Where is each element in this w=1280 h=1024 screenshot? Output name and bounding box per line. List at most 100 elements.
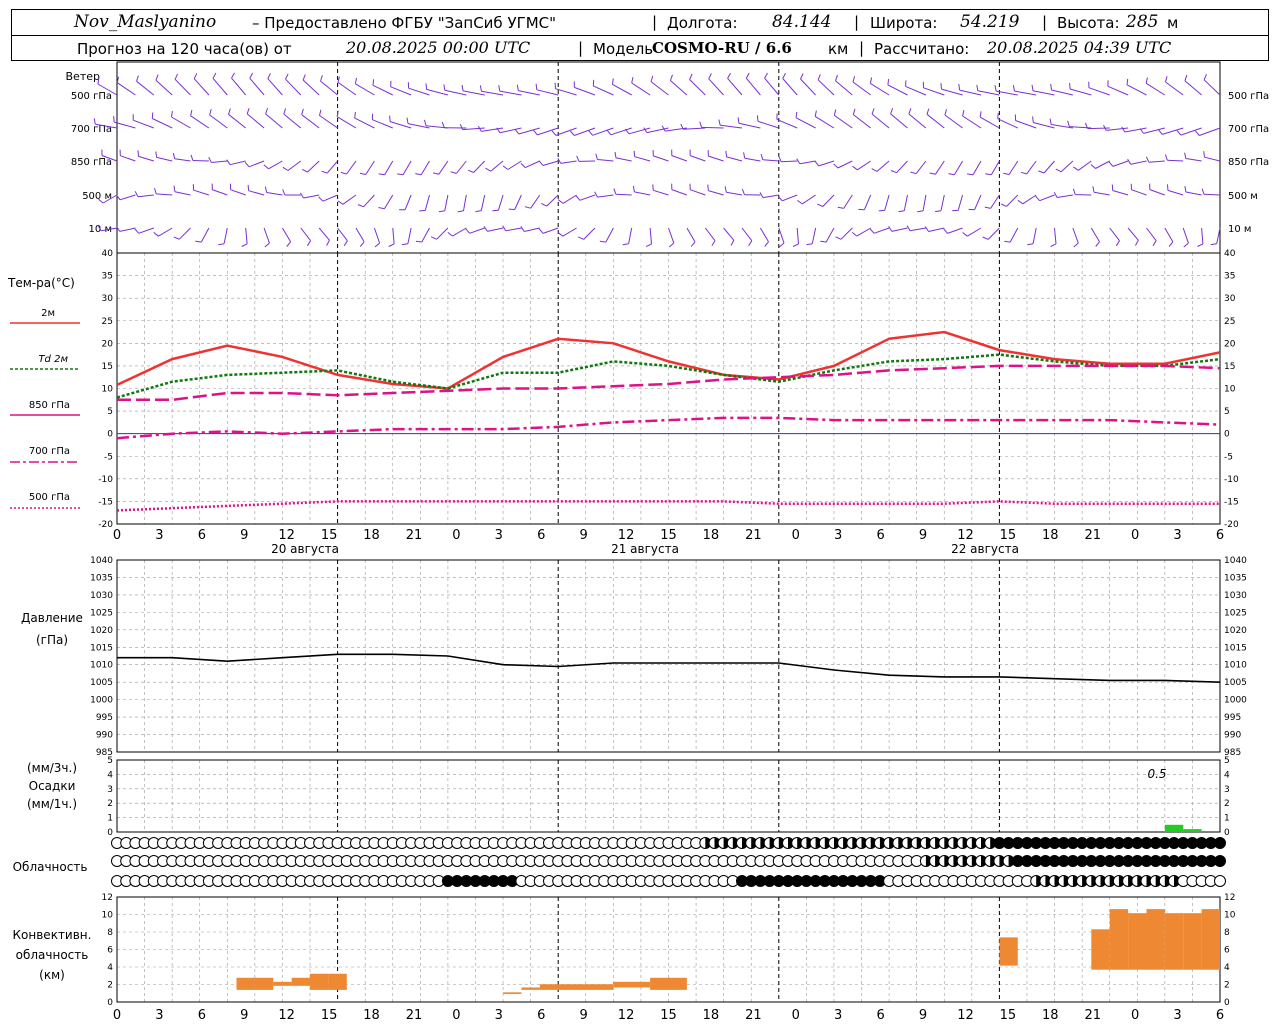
wind-barb-shaft [1182, 227, 1189, 244]
wind-barb-flag [538, 160, 544, 166]
hour-tick-label: 0 [1131, 528, 1139, 543]
precip-ytick-label: 1 [107, 814, 113, 824]
wind-barb-shaft [928, 227, 945, 232]
wind-barb-flag [378, 173, 385, 176]
wind-barb-flag [483, 226, 488, 232]
wind-barb-shaft [1006, 194, 1019, 207]
hour-tick-label: 21 [745, 528, 762, 543]
wind-barb-shaft [689, 79, 706, 96]
wind-barb-shaft [947, 227, 963, 234]
wind-barb-shaft [444, 89, 467, 96]
wind-barb-shaft [863, 194, 872, 210]
wind-barb-shaft [922, 194, 927, 211]
wind-barb-shaft [383, 194, 394, 209]
wind-barb-flag [1145, 156, 1150, 163]
wind-barb-shaft [268, 160, 283, 170]
wind-barb-flag [1165, 76, 1168, 83]
wind-barb-shaft [481, 90, 504, 96]
wind-level-label-r2: 700 гПа [1228, 124, 1269, 135]
wind-barb-flag [633, 150, 636, 157]
wind-barb-shaft [1051, 89, 1074, 96]
wind-barb-flag [301, 168, 308, 173]
wind-level-label-3: 850 гПа [71, 157, 112, 168]
pressure-ytick-label: 1000 [90, 696, 113, 706]
pressure-ytick-label: 1040 [1224, 556, 1247, 566]
wind-barb-shaft [701, 126, 724, 129]
wind-barb-shaft [158, 227, 173, 237]
conv-bar [1091, 929, 1110, 970]
hour-tick-label: 3 [834, 528, 842, 543]
wind-barb-flag [249, 72, 254, 79]
wind-barb-flag [450, 171, 457, 174]
wind-barb-flag [319, 109, 322, 116]
wind-barb-shaft [245, 227, 248, 244]
wind-barb-flag [1038, 170, 1045, 174]
precip-bar [1174, 824, 1184, 832]
conv-bar [1201, 909, 1220, 970]
temp-ytick-label: -15 [1224, 497, 1239, 507]
conv-ytick-label: 10 [102, 911, 114, 921]
wind-barb-flag [337, 76, 340, 83]
wind-barb-shaft [852, 81, 871, 96]
wind-barb-flag [730, 240, 735, 246]
wind-barb-shaft [404, 194, 412, 210]
wind-barb-flag [1003, 172, 1010, 175]
wind-barb-flag [1073, 242, 1079, 248]
wind-barb-shaft [452, 227, 467, 237]
conv-ytick-label: 2 [1224, 981, 1230, 991]
wind-barb-flag [459, 123, 464, 130]
wind-barb-shaft [420, 160, 430, 175]
wind-barb-flag [502, 165, 509, 170]
conv-ytick-label: 8 [1224, 928, 1230, 938]
wind-barb-shaft [1008, 160, 1019, 175]
wind-barb-flag [1168, 241, 1174, 247]
wind-barb-shaft [490, 160, 504, 172]
wind-barb-shaft [499, 127, 522, 134]
wind-barb-flag [457, 210, 464, 213]
wind-barb-flag [926, 108, 930, 115]
wind-barb-shaft [649, 227, 652, 244]
wind-barb-flag [190, 154, 194, 161]
cloud-cover-icon [1214, 875, 1226, 887]
wind-barb-shaft [1124, 127, 1147, 133]
wind-barb-flag [430, 236, 437, 240]
conv-bar [254, 977, 274, 990]
wind-barb-shaft [1203, 193, 1221, 196]
wind-barb-shaft [726, 191, 743, 196]
wind-barb-flag [940, 83, 942, 90]
wind-barb-flag [154, 187, 157, 195]
wind-barb-flag [538, 228, 544, 234]
wind-barb-shaft [223, 227, 228, 244]
precip-ytick-label: 3 [107, 785, 113, 795]
conv-bar [650, 977, 669, 990]
conv-panel: 0 0 2 2 4 4 6 6 8 8 10 10 12 12 [102, 893, 1236, 1008]
wind-barb-shaft [1145, 82, 1166, 96]
wind-barb-shaft [811, 227, 817, 244]
wind-barb-flag [929, 172, 936, 175]
conv-ytick-label: 4 [1224, 963, 1230, 973]
wind-barb-flag [606, 129, 612, 136]
hour-tick-label: 21 [745, 1008, 762, 1023]
wind-barb-flag [432, 172, 440, 175]
hour-tick-label: 21 [1084, 528, 1101, 543]
wind-barb-flag [984, 206, 991, 209]
wind-barb-shaft [1130, 160, 1147, 165]
hour-tick-label: 21 [406, 1008, 423, 1023]
wind-barb-flag [136, 75, 139, 82]
wind-barb-shaft [708, 78, 724, 96]
wind-barb-shaft [631, 82, 651, 96]
wind-barb-flag [283, 108, 287, 115]
wind-barb-shaft [1060, 160, 1074, 173]
wind-barb-flag [614, 151, 617, 158]
hour-tick-label: 6 [198, 528, 206, 543]
wind-barb-flag [301, 108, 304, 115]
wind-barb-flag [594, 191, 598, 198]
temp-ytick-label: -10 [1224, 475, 1239, 485]
temp-ytick-label: 5 [107, 407, 113, 417]
wind-barb-shaft [178, 227, 191, 240]
temp-legend: Тем-ра(°С) 2м Td 2м 850 гПа 700 гПа 500 … [7, 276, 80, 509]
wind-barb-shaft [228, 113, 247, 129]
wind-barb-flag [1053, 192, 1058, 198]
wind-barb-flag [852, 108, 856, 115]
wind-barb-flag [958, 84, 961, 91]
